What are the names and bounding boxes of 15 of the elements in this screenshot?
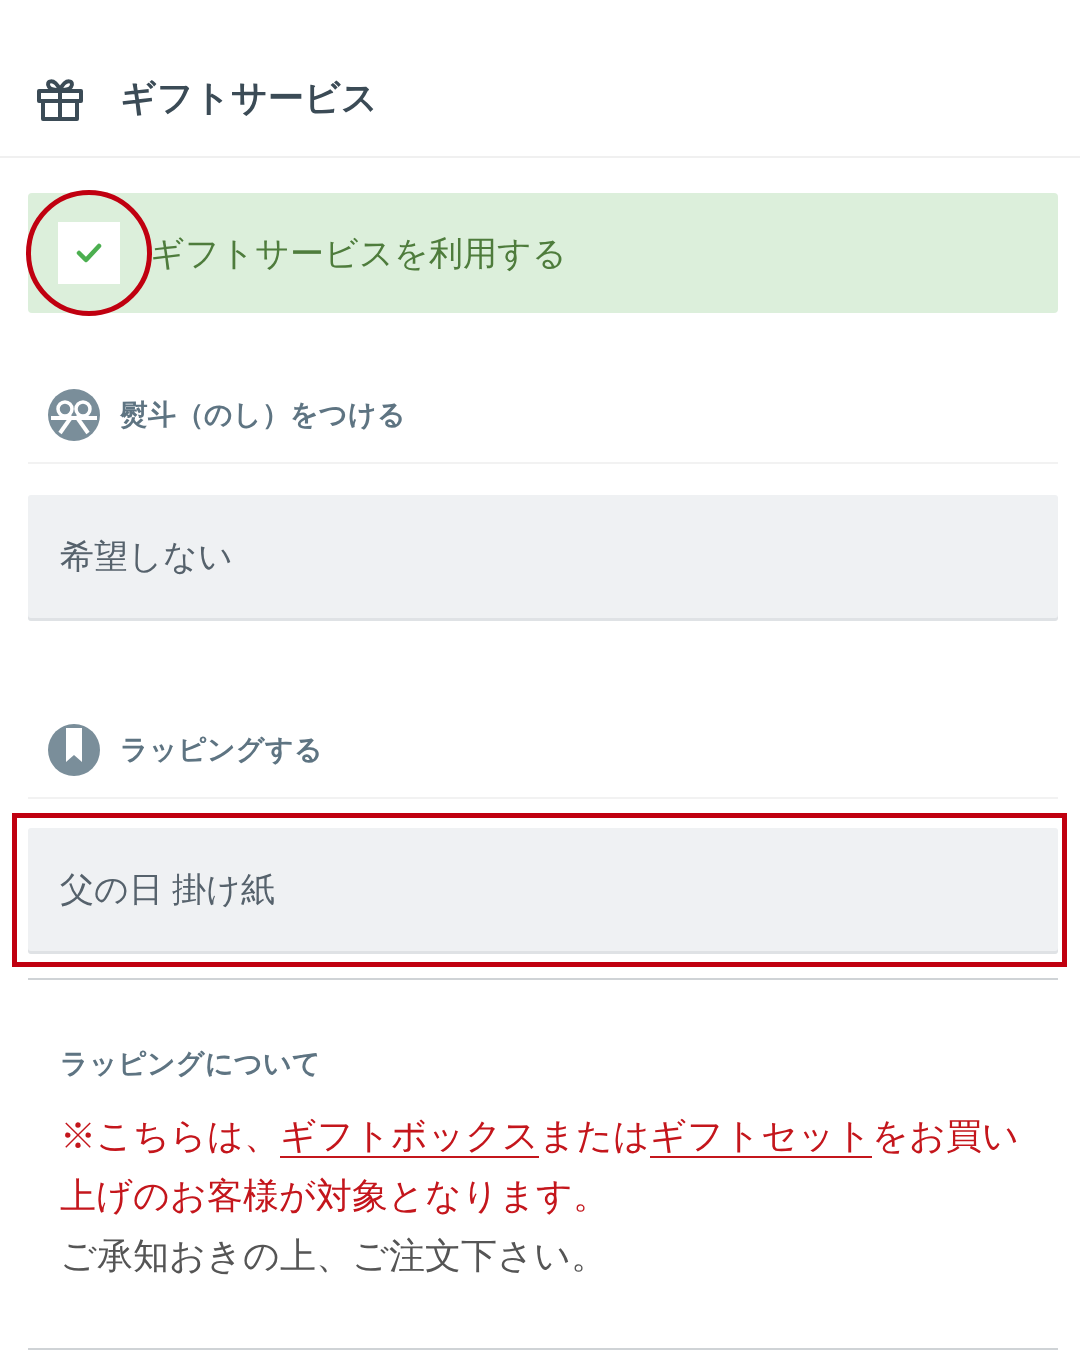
notice-text: ※こちらは、ギフトボックス またはギフトセット をお買い上げのお客様が対象となります。 [60,1114,1020,1218]
page-title: ギフトサービス [120,76,378,120]
notice-title: ラッピングについて [60,1047,321,1081]
section-heading: ラッピングする [120,733,323,767]
check-icon [76,243,102,263]
select-field[interactable]: 父の日 掛け紙 [28,828,1058,951]
ribbon-bow-icon [48,389,100,441]
select-field[interactable]: 希望しない [28,495,1058,618]
notice-note: ご承知おきの上、ご注文下さい。 [60,1234,607,1278]
bookmark-icon [48,724,100,776]
notice-link[interactable]: ギフトセット [650,1115,872,1156]
notice-link[interactable]: ギフトボックス [280,1115,539,1156]
section-heading: 熨斗（のし）をつける [120,398,406,432]
checkbox-label[interactable]: ギフトサービスを利用する [150,227,567,279]
checkbox[interactable] [58,222,120,284]
